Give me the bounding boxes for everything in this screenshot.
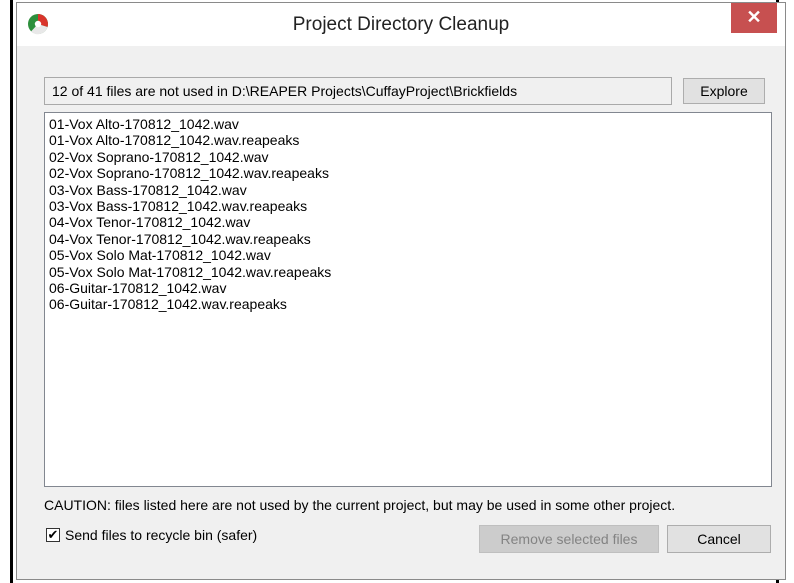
caution-text: CAUTION: files listed here are not used … (44, 497, 676, 513)
frame-line-left (10, 0, 13, 583)
window-title: Project Directory Cleanup (292, 14, 510, 35)
list-item[interactable]: 04-Vox Tenor-170812_1042.wav (49, 214, 771, 230)
file-list[interactable]: 01-Vox Alto-170812_1042.wav 01-Vox Alto-… (44, 112, 772, 487)
explore-button[interactable]: Explore (683, 78, 765, 104)
recycle-bin-label[interactable]: Send files to recycle bin (safer) (65, 527, 257, 543)
close-button[interactable]: ✕ (731, 3, 777, 33)
cleanup-dialog: Project Directory Cleanup ✕ 12 of 41 fil… (16, 2, 786, 580)
list-item[interactable]: 05-Vox Solo Mat-170812_1042.wav.reapeaks (49, 264, 771, 280)
dialog-body: 12 of 41 files are not used in D:\REAPER… (18, 46, 784, 578)
cancel-button[interactable]: Cancel (667, 525, 771, 553)
checkmark-icon: ✔ (47, 527, 59, 542)
list-item[interactable]: 03-Vox Bass-170812_1042.wav.reapeaks (49, 198, 771, 214)
remove-selected-files-button[interactable]: Remove selected files (479, 525, 659, 553)
list-item[interactable]: 06-Guitar-170812_1042.wav (49, 280, 771, 296)
list-item[interactable]: 06-Guitar-170812_1042.wav.reapeaks (49, 296, 771, 312)
list-item[interactable]: 01-Vox Alto-170812_1042.wav (49, 116, 771, 132)
list-item[interactable]: 04-Vox Tenor-170812_1042.wav.reapeaks (49, 231, 771, 247)
list-item[interactable]: 05-Vox Solo Mat-170812_1042.wav (49, 247, 771, 263)
recycle-bin-checkbox[interactable]: ✔ (46, 528, 60, 542)
list-item[interactable]: 02-Vox Soprano-170812_1042.wav.reapeaks (49, 165, 771, 181)
list-item[interactable]: 02-Vox Soprano-170812_1042.wav (49, 149, 771, 165)
list-item[interactable]: 03-Vox Bass-170812_1042.wav (49, 182, 771, 198)
close-icon: ✕ (746, 7, 762, 27)
unused-files-summary: 12 of 41 files are not used in D:\REAPER… (44, 77, 672, 105)
list-item[interactable]: 01-Vox Alto-170812_1042.wav.reapeaks (49, 132, 771, 148)
title-bar: Project Directory Cleanup ✕ (17, 3, 785, 46)
